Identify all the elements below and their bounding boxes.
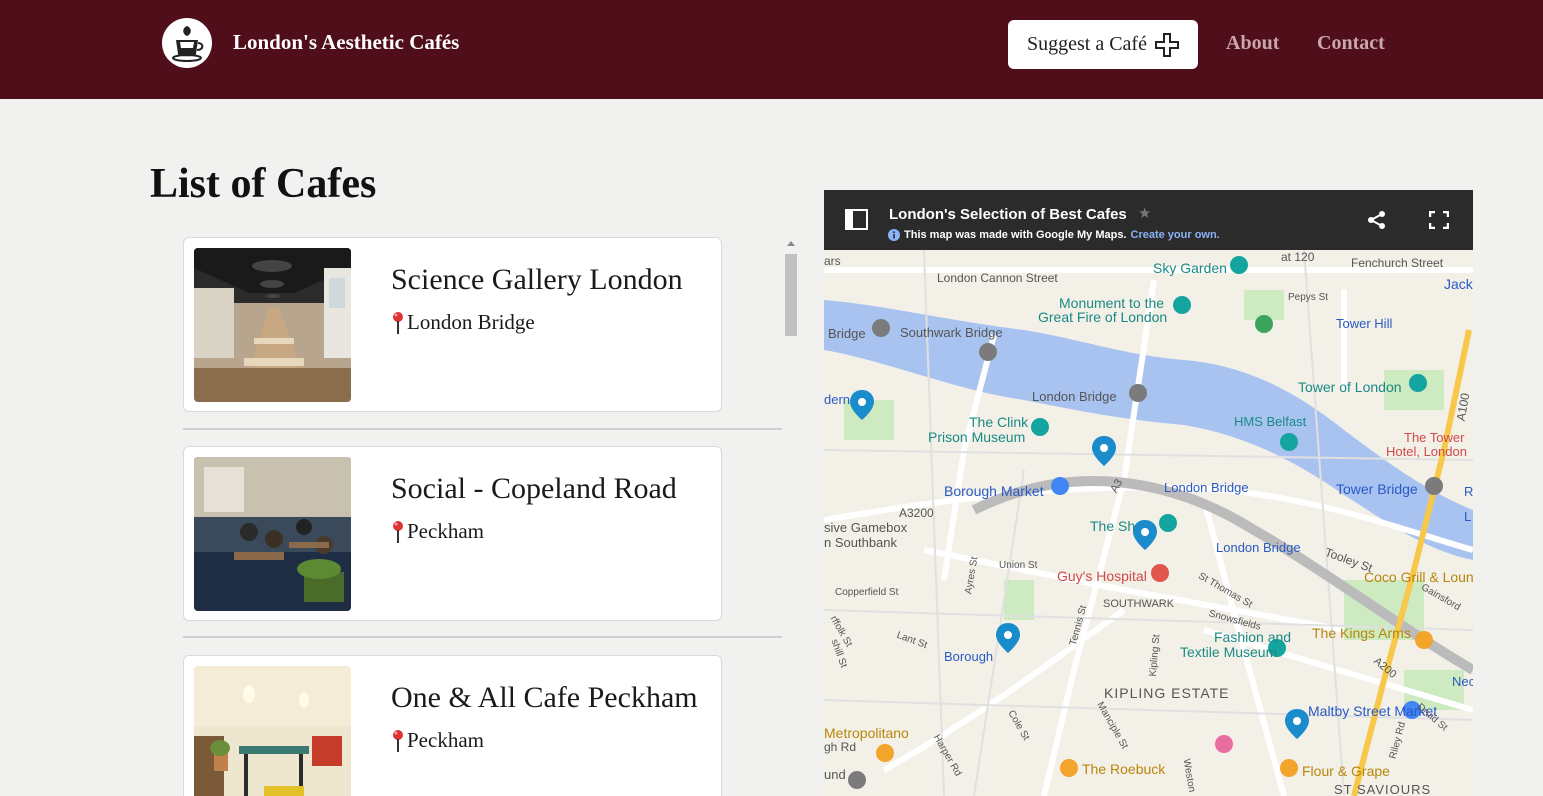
map-label: Sky Garden (1153, 260, 1227, 276)
info-icon (888, 229, 900, 241)
star-icon[interactable]: ★ (1138, 204, 1151, 222)
map-label: Pepys St (1288, 292, 1329, 303)
map-label: The Tower (1404, 430, 1465, 445)
map-label: ST SAVIOURS (1334, 782, 1432, 796)
site-header: London's Aesthetic Cafés Suggest a Café … (0, 0, 1543, 99)
map-label: The Clink (969, 414, 1029, 430)
map-label: HMS Belfast (1234, 414, 1307, 429)
map-label: Prison Museum (928, 429, 1026, 445)
sidebar-toggle-icon[interactable] (845, 209, 868, 231)
map-label: Copperfield St (835, 587, 899, 598)
map-label: A3200 (899, 506, 934, 520)
suggest-cafe-button[interactable]: Suggest a Café (1008, 20, 1198, 69)
coffee-cup-icon (172, 26, 204, 62)
map-label: Great Fire of London (1038, 309, 1168, 325)
divider (183, 428, 782, 430)
map-label: ars (824, 254, 841, 268)
map-label: Tower Hill (1336, 316, 1393, 331)
cafe-location-label: London Bridge (407, 310, 535, 334)
cafe-location: Peckham (391, 728, 484, 753)
map-label: Nec (1452, 674, 1473, 689)
list-scrollbar[interactable] (784, 237, 798, 796)
map-label: The Kings Arms (1312, 625, 1411, 641)
suggest-cafe-label: Suggest a Café (1027, 33, 1147, 55)
nav-about-link[interactable]: About (1226, 32, 1279, 55)
map-label: Coco Grill & Loun (1364, 569, 1473, 585)
scroll-up-arrow-icon[interactable] (787, 241, 795, 246)
cafe-card[interactable]: Social - Copeland Road Peckham (183, 446, 722, 621)
map-label: Guy's Hospital (1057, 568, 1147, 584)
map-label: Jack (1444, 276, 1473, 292)
map-note-text: This map was made with Google My Maps. (904, 229, 1127, 241)
map-label: Union St (999, 560, 1038, 571)
map-label: Southwark Bridge (900, 325, 1003, 340)
map-label: dern (824, 392, 851, 407)
cafe-location-label: Peckham (407, 519, 484, 543)
map-pin-icon (393, 311, 403, 334)
cafe-photo[interactable] (194, 248, 351, 402)
list-title: List of Cafes (150, 161, 377, 207)
map-label: und (824, 767, 846, 782)
map-label: London Bridge (1032, 389, 1117, 404)
map-label: London Bridge (1216, 540, 1301, 555)
map-label: Hotel, London (1386, 444, 1467, 459)
map-label: London Cannon Street (937, 271, 1058, 285)
share-icon[interactable] (1367, 210, 1387, 230)
map-pin-icon (393, 729, 403, 752)
site-title: London's Aesthetic Cafés (233, 30, 460, 54)
cafe-location: Peckham (391, 519, 484, 544)
map-label: Borough Market (944, 483, 1044, 499)
scrollbar-thumb[interactable] (785, 254, 797, 336)
map-label: R (1464, 484, 1473, 499)
map-label: sive Gamebox (824, 520, 908, 535)
embedded-map[interactable]: London Cannon Street Sky Garden at 120 F… (824, 190, 1473, 796)
map-label: Flour & Grape (1302, 763, 1390, 779)
cafe-photo[interactable] (194, 666, 351, 796)
map-label: Fashion and (1214, 629, 1292, 645)
map-label: Bridge (828, 326, 866, 341)
map-label: The Roebuck (1082, 761, 1166, 777)
cafe-name[interactable]: Science Gallery London (391, 263, 683, 297)
map-label: The Sh (1090, 518, 1136, 534)
map-header: London's Selection of Best Cafes ★ This … (824, 190, 1473, 250)
cafe-card[interactable]: Science Gallery London London Bridge (183, 237, 722, 412)
map-title[interactable]: London's Selection of Best Cafes (889, 206, 1127, 223)
map-pin-icon (393, 520, 403, 543)
plus-icon (1154, 32, 1179, 57)
map-label: Tower Bridge (1336, 481, 1418, 497)
cafe-photo[interactable] (194, 457, 351, 611)
map-label: London Bridge (1164, 480, 1249, 495)
cafe-name[interactable]: Social - Copeland Road (391, 472, 677, 506)
site-logo[interactable] (162, 18, 212, 68)
fullscreen-icon[interactable] (1429, 211, 1449, 229)
map-label: Tower of London (1298, 379, 1402, 395)
map-label: n Southbank (824, 535, 898, 550)
map-label: Metropolitano (824, 725, 909, 741)
map-label: L (1464, 509, 1472, 524)
cafe-location: London Bridge (391, 310, 535, 335)
create-map-link[interactable]: Create your own. (1131, 229, 1220, 241)
cafe-name[interactable]: One & All Cafe Peckham (391, 681, 698, 715)
map-label: SOUTHWARK (1103, 598, 1175, 610)
map-label: at 120 (1281, 250, 1315, 264)
divider (183, 636, 782, 638)
cafe-list[interactable]: Science Gallery London London Bridge Soc… (150, 237, 800, 796)
cafe-card[interactable]: One & All Cafe Peckham Peckham (183, 655, 722, 796)
map-label: Fenchurch Street (1351, 256, 1444, 270)
nav-contact-link[interactable]: Contact (1317, 32, 1385, 55)
map-label: KIPLING ESTATE (1104, 685, 1230, 701)
map-note: This map was made with Google My Maps. C… (888, 229, 1220, 241)
cafe-location-label: Peckham (407, 728, 484, 752)
map-label: Textile Museum (1180, 644, 1278, 660)
map-label: Borough (944, 649, 994, 664)
map-canvas[interactable]: London Cannon Street Sky Garden at 120 F… (824, 249, 1473, 796)
map-label: gh Rd (824, 740, 857, 754)
